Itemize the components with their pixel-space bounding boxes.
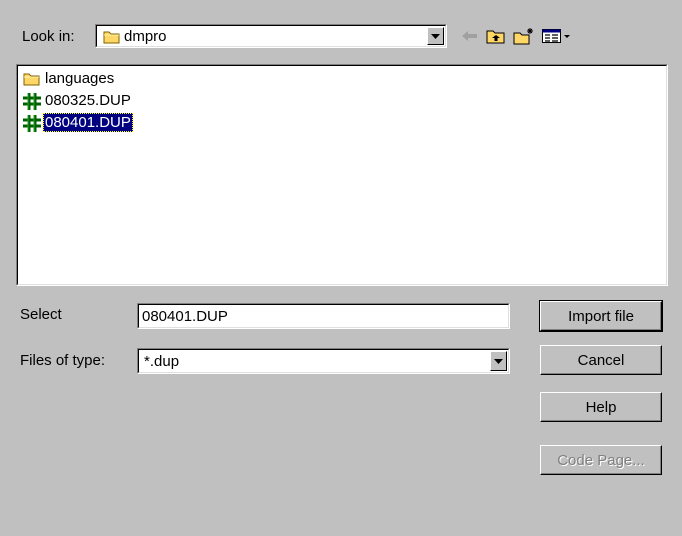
dup-file-icon xyxy=(23,114,41,132)
import-file-button[interactable]: Import file xyxy=(539,300,663,332)
files-of-type-value: *.dup xyxy=(144,353,180,370)
back-arrow-icon[interactable] xyxy=(458,25,482,47)
dup-file-icon xyxy=(23,92,41,110)
code-page-button: Code Page... xyxy=(540,445,662,475)
new-folder-icon[interactable] xyxy=(512,25,536,47)
folder-icon xyxy=(23,71,41,87)
file-list-item[interactable]: 080401.DUP xyxy=(23,113,133,132)
look-in-label: Look in: xyxy=(22,28,75,45)
select-input-field[interactable] xyxy=(138,304,509,328)
files-of-type-dropdown[interactable]: *.dup xyxy=(137,348,510,374)
select-label: Select xyxy=(20,306,62,323)
look-in-dropdown[interactable]: dmpro xyxy=(95,24,447,48)
files-of-type-label: Files of type: xyxy=(20,352,106,369)
file-list-item[interactable]: 080325.DUP xyxy=(23,91,133,110)
folder-icon xyxy=(103,29,121,48)
file-list-item[interactable]: languages xyxy=(23,69,116,88)
cancel-button[interactable]: Cancel xyxy=(540,345,662,375)
file-name: languages xyxy=(45,70,115,87)
chevron-down-icon xyxy=(431,33,440,39)
view-menu-icon[interactable] xyxy=(540,25,574,47)
files-of-type-dropdown-button[interactable] xyxy=(490,351,507,371)
chevron-down-icon xyxy=(494,358,503,364)
look-in-dropdown-button[interactable] xyxy=(427,27,444,45)
up-one-level-icon[interactable] xyxy=(484,25,508,47)
file-name: 080401.DUP xyxy=(43,113,133,132)
select-input[interactable] xyxy=(137,303,510,329)
help-button[interactable]: Help xyxy=(540,392,662,422)
look-in-value: dmpro xyxy=(124,28,167,45)
file-list[interactable]: languages 080325.DUP 080401.DUP xyxy=(16,64,668,286)
file-name: 080325.DUP xyxy=(45,92,131,109)
